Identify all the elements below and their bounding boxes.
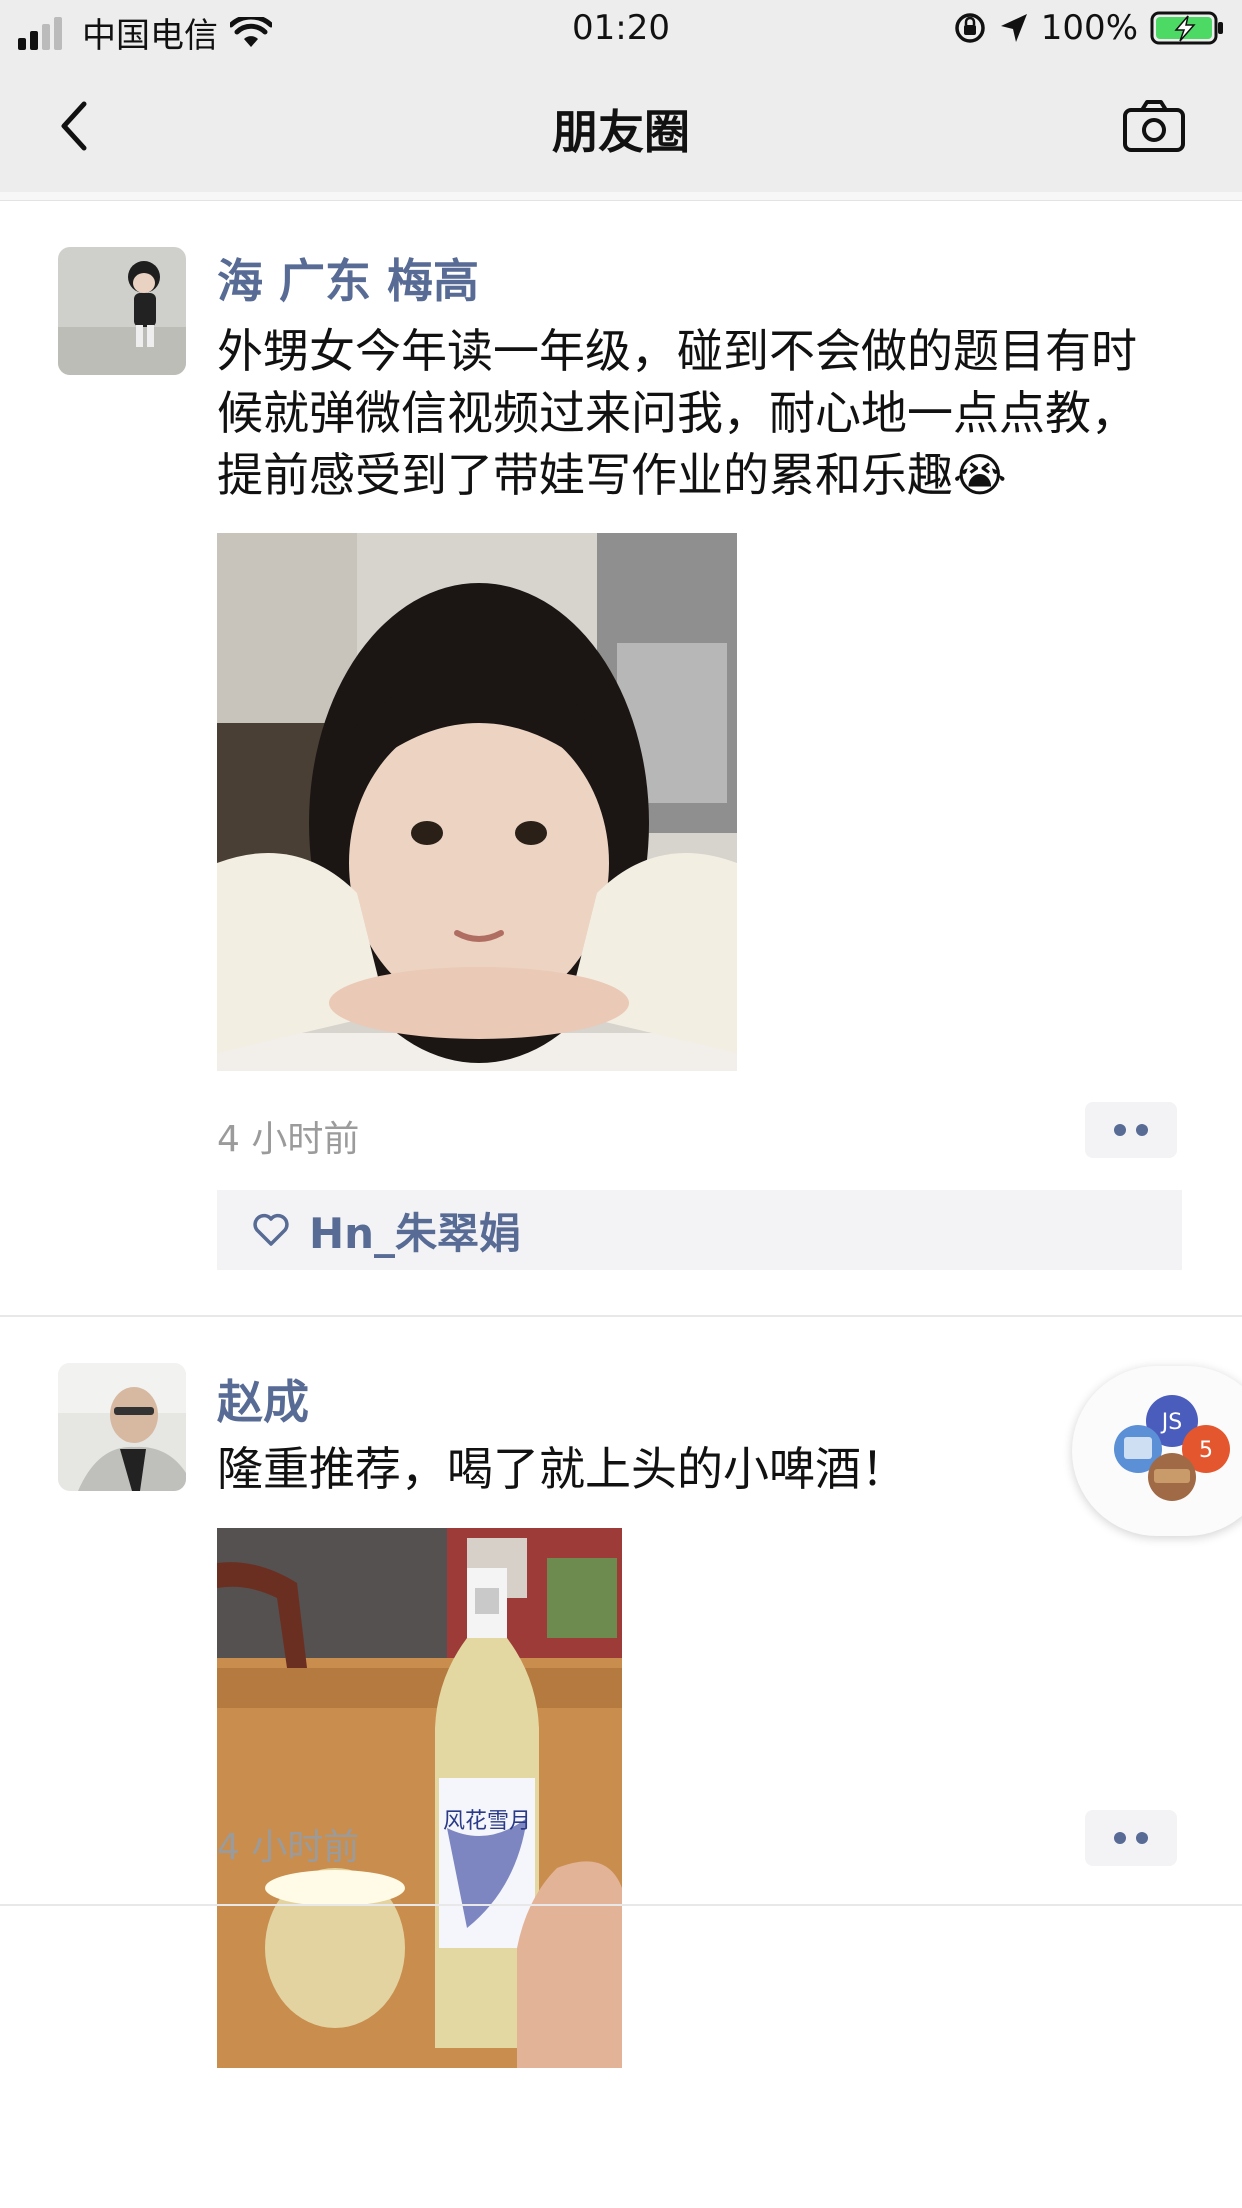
heart-icon <box>253 1213 289 1246</box>
finder-face-icon <box>1124 1437 1152 1459</box>
post-photo[interactable]: 风花雪月 <box>217 1528 622 2068</box>
nav-bar: 朋友圈 <box>0 60 1242 193</box>
page-title: 朋友圈 <box>552 105 690 159</box>
post-divider <box>0 1904 1242 1906</box>
post-text: 外甥女今年读一年级，碰到不会做的题目有时候就弹微信视频过来问我，耐心地一点点教，… <box>217 324 1137 502</box>
battery-percent: 100% <box>1040 8 1138 48</box>
more-actions-button[interactable] <box>1085 1810 1177 1866</box>
dot-icon <box>1136 1832 1148 1844</box>
app-badge-icon <box>1154 1469 1190 1483</box>
rotation-lock-icon <box>955 13 985 43</box>
avatar[interactable] <box>58 247 186 375</box>
post-time: 4 小时前 <box>217 1119 360 1160</box>
dot-icon <box>1114 1832 1126 1844</box>
dot-icon <box>1114 1124 1126 1136</box>
js-badge-icon: JS <box>1160 1410 1182 1435</box>
bottle-label-top <box>475 1588 499 1614</box>
html5-badge-icon: 5 <box>1199 1438 1213 1463</box>
status-bar: 中国电信 01:20 100% <box>0 0 1242 60</box>
post-divider <box>0 1315 1242 1317</box>
post-text: 隆重推荐，喝了就上头的小啤酒！ <box>217 1442 907 1496</box>
dot-icon <box>1136 1124 1148 1136</box>
post-author[interactable]: 赵成 <box>217 1366 309 1432</box>
battery-charging-icon <box>1150 11 1223 45</box>
likes-panel: Hn_朱翠娟 <box>217 1190 1182 1270</box>
post-photo[interactable] <box>217 533 737 1071</box>
post-author[interactable]: 海 广东 梅高 <box>217 245 479 311</box>
post-time: 4 小时前 <box>217 1827 360 1868</box>
more-actions-button[interactable] <box>1085 1102 1177 1158</box>
camera-icon[interactable] <box>1122 96 1186 156</box>
bottle-label-text: 风花雪月 <box>443 1809 531 1834</box>
location-arrow-icon <box>1000 14 1027 42</box>
nav-separator <box>0 192 1242 201</box>
liker-name[interactable]: Hn_朱翠娟 <box>309 1200 521 1261</box>
avatar[interactable] <box>58 1363 186 1491</box>
floating-bubble[interactable]: JS 5 <box>1072 1366 1242 1536</box>
